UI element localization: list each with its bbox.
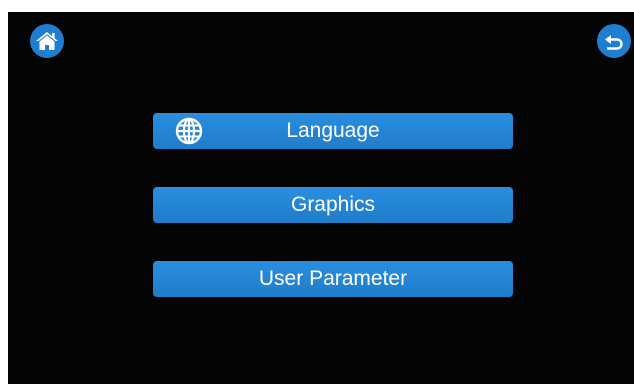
user-parameter-label: User Parameter [258, 267, 408, 290]
language-label: Language [286, 119, 380, 142]
graphics-label: Graphics [290, 193, 376, 216]
home-icon [36, 32, 58, 50]
graphics-button[interactable]: Graphics [153, 187, 513, 223]
user-parameter-button[interactable]: User Parameter [153, 261, 513, 297]
back-arrow-icon [605, 35, 623, 50]
settings-screen: Language Graphics User Parameter [8, 12, 634, 384]
globe-icon [175, 117, 203, 145]
back-button[interactable] [597, 24, 631, 58]
home-button[interactable] [30, 24, 64, 58]
language-button[interactable]: Language [153, 113, 513, 149]
